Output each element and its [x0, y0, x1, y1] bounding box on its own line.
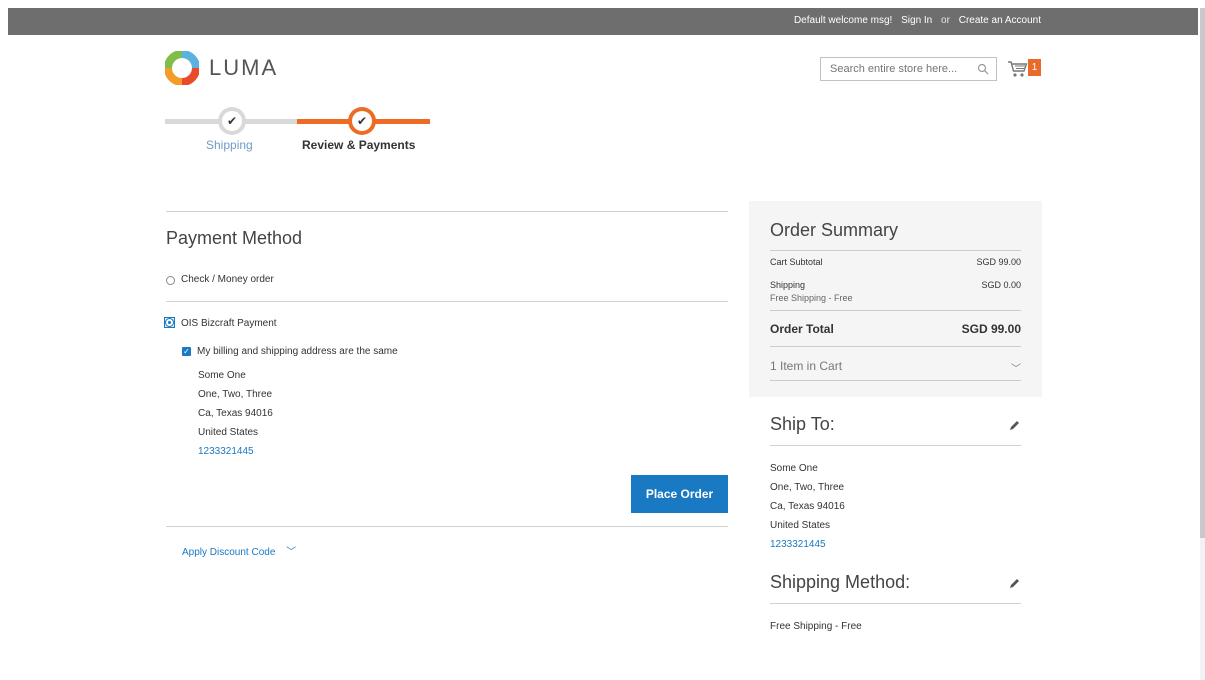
cart-icon: [1008, 61, 1028, 77]
progress-step-review-label: Review & Payments: [302, 138, 416, 152]
search-icon[interactable]: [977, 63, 989, 75]
cart-subtotal-label: Cart Subtotal: [770, 257, 823, 267]
order-total-value: SGD 99.00: [961, 322, 1021, 336]
payment-label-check-money-order[interactable]: Check / Money order: [181, 274, 274, 285]
billing-address-country: United States: [198, 427, 259, 438]
checkmark-icon: ✔: [222, 111, 242, 131]
page-scrollbar[interactable]: [1200, 8, 1205, 680]
shipping-method-sub: Free Shipping - Free: [770, 293, 853, 303]
divider: [770, 380, 1021, 381]
billing-address-phone[interactable]: 1233321445: [198, 446, 254, 457]
progress-step-shipping-label[interactable]: Shipping: [206, 138, 253, 152]
apply-discount-label: Apply Discount Code: [182, 547, 276, 558]
billing-address-street: One, Two, Three: [198, 389, 273, 400]
mini-cart[interactable]: 1: [1007, 58, 1041, 80]
billing-address-city: Ca, Texas 94016: [198, 408, 273, 419]
checkout-progress-bar: ✔ ✔ Shipping Review & Payments: [165, 103, 435, 158]
chevron-down-icon: ﹀: [286, 547, 297, 558]
header-or-text: or: [941, 15, 950, 26]
payment-method-title: Payment Method: [166, 228, 303, 248]
divider: [770, 445, 1021, 446]
place-order-button[interactable]: Place Order: [631, 475, 728, 513]
payment-radio-check-money-order[interactable]: [166, 276, 175, 285]
order-summary-panel: Order Summary Cart Subtotal SGD 99.00 Sh…: [749, 201, 1042, 397]
search-input[interactable]: [821, 58, 969, 80]
shipping-value: SGD 0.00: [981, 280, 1021, 290]
ship-to-phone[interactable]: 1233321445: [770, 539, 826, 550]
ship-to-street: One, Two, Three: [770, 482, 845, 493]
edit-pencil-icon[interactable]: [1008, 420, 1020, 432]
items-in-cart-toggle[interactable]: 1 Item in Cart: [770, 359, 842, 373]
ship-to-city: Ca, Texas 94016: [770, 501, 845, 512]
progress-step-shipping-dot[interactable]: ✔: [218, 107, 246, 135]
divider: [770, 346, 1021, 347]
divider: [770, 310, 1021, 311]
divider: [770, 250, 1021, 251]
cart-subtotal-value: SGD 99.00: [976, 257, 1021, 267]
divider: [166, 301, 728, 302]
checkmark-icon: ✔: [352, 111, 372, 131]
header-links: Default welcome msg! Sign In or Create a…: [788, 15, 1041, 26]
search-box: [820, 57, 997, 81]
shipping-label: Shipping: [770, 280, 806, 290]
payment-label-ois-bizcraft[interactable]: OIS Bizcraft Payment: [181, 318, 277, 329]
divider: [770, 603, 1021, 604]
order-summary-title: Order Summary: [770, 220, 899, 240]
chevron-down-icon[interactable]: ﹀: [1011, 360, 1021, 375]
ship-to-title: Ship To:: [770, 414, 835, 434]
store-logo[interactable]: LUMA: [165, 50, 278, 86]
shipping-method-title: Shipping Method:: [770, 572, 911, 592]
welcome-message: Default welcome msg!: [793, 15, 893, 26]
luma-logo-icon: [165, 51, 199, 85]
ship-to-name: Some One: [770, 463, 818, 474]
apply-discount-toggle[interactable]: Apply Discount Code ﹀: [182, 543, 296, 558]
shipping-method-value: Free Shipping - Free: [770, 621, 862, 632]
edit-pencil-icon[interactable]: [1008, 578, 1020, 590]
billing-address-name: Some One: [198, 370, 246, 381]
same-address-label[interactable]: My billing and shipping address are the …: [197, 346, 398, 357]
payment-radio-ois-bizcraft[interactable]: [165, 318, 174, 327]
create-account-link[interactable]: Create an Account: [959, 15, 1041, 26]
ship-to-country: United States: [770, 520, 831, 531]
top-header-bar: Default welcome msg! Sign In or Create a…: [8, 8, 1198, 35]
cart-count-badge: 1: [1028, 59, 1041, 76]
divider: [166, 526, 728, 527]
sign-in-link[interactable]: Sign In: [901, 15, 932, 26]
divider: [166, 211, 728, 212]
same-address-checkbox[interactable]: ✓: [182, 347, 191, 356]
logo-text: LUMA: [209, 55, 279, 80]
progress-step-review-dot: ✔: [348, 107, 376, 135]
order-total-label: Order Total: [770, 322, 834, 336]
scrollbar-thumb[interactable]: [1200, 8, 1205, 538]
